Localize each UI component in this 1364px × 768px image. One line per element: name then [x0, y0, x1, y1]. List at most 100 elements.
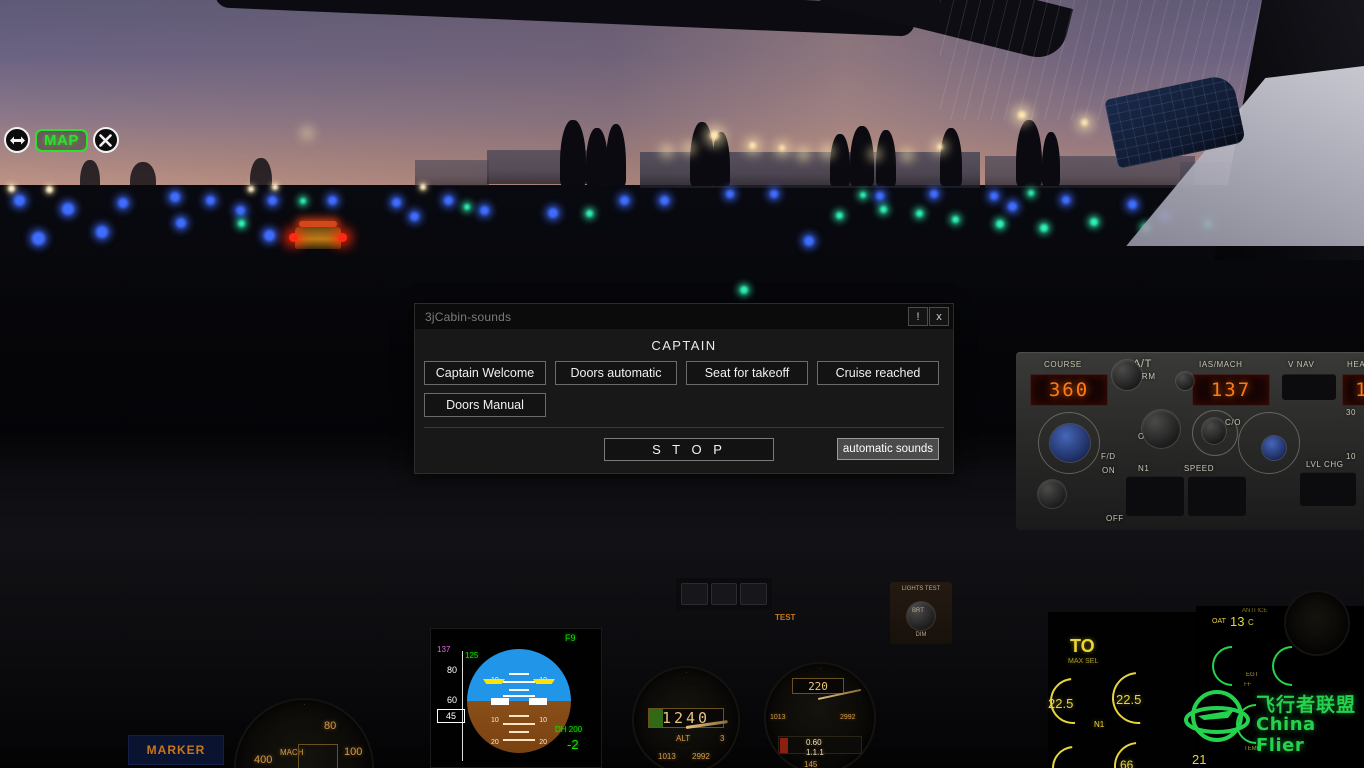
captain-welcome-button[interactable]: Captain Welcome [424, 361, 546, 385]
annunciator-light[interactable] [740, 583, 768, 605]
taxiway-light [170, 192, 180, 202]
annunciator-light[interactable] [710, 583, 738, 605]
apron-lamp [779, 145, 785, 151]
close-button[interactable]: x [929, 307, 949, 326]
marker-annunciator[interactable]: MARKER [128, 735, 224, 765]
mode-control-panel: COURSE 360 A/T ARM OFF IAS/MACH 137 V NA… [808, 352, 1364, 530]
n2-gauge-left [1203, 637, 1261, 695]
taxiway-light [930, 190, 938, 198]
centerline-light [880, 206, 887, 213]
test-label: TEST [775, 613, 796, 622]
fd-label: F/D [1101, 452, 1116, 461]
standby-compass [1286, 592, 1348, 654]
taxiway-light [236, 206, 245, 215]
fd-off-label: OFF [1106, 514, 1124, 523]
pfd-mode-annunciation: F9 [565, 633, 576, 643]
tree [130, 162, 156, 192]
tree [940, 128, 962, 186]
doors-manual-button[interactable]: Doors Manual [424, 393, 546, 417]
n1-label: N1 [1138, 464, 1150, 473]
asi-tick-100: 100 [344, 746, 363, 758]
cruise-reached-button[interactable]: Cruise reached [817, 361, 939, 385]
small-knob[interactable] [1176, 372, 1194, 390]
pitch-line [503, 739, 535, 741]
annunciator-light[interactable] [681, 583, 708, 605]
lvlchg-button[interactable] [1300, 472, 1356, 506]
heading-label: HEA [1347, 360, 1364, 369]
cabin-sounds-dialog[interactable]: 3jCabin-sounds ! x CAPTAIN Captain Welco… [414, 303, 954, 474]
close-glyph [99, 133, 113, 147]
speed-label: SPEED [1184, 464, 1215, 473]
pitch-label: 20 [491, 739, 499, 746]
lights-test-panel[interactable]: LIGHTS TEST BRT DIM [890, 582, 952, 644]
taxiway-light [548, 208, 558, 218]
centerline-light [464, 204, 470, 210]
primary-flight-display: F9 137 80 60 45 125 10 10 10 10 20 20 [430, 628, 602, 768]
dim-knob[interactable] [1112, 360, 1142, 390]
taxiway-light [392, 198, 401, 207]
apron-lamp [796, 146, 811, 161]
seat-for-takeoff-button[interactable]: Seat for takeoff [686, 361, 808, 385]
thrust-sub-label: MAX SEL [1068, 658, 1099, 665]
vnav-button[interactable] [1282, 374, 1336, 400]
n1-button[interactable] [1126, 476, 1184, 516]
apron-lamp [868, 147, 882, 161]
taxiway-light [1062, 196, 1070, 204]
move-arrows-icon[interactable] [4, 127, 30, 153]
n2-right-value: 66 [1120, 758, 1134, 768]
flight-director-bar [533, 679, 555, 684]
course-selector-knob[interactable] [1050, 424, 1090, 462]
egt-label: EGT [1246, 672, 1259, 678]
apron-lamp [682, 141, 696, 155]
taxiway-light [990, 192, 998, 200]
taxiway-light [410, 212, 419, 221]
pitch-label: 10 [491, 717, 499, 724]
apron-lamp [937, 144, 943, 150]
dialog-separator [424, 427, 944, 428]
taxiway-light [1128, 200, 1137, 209]
tree [586, 128, 608, 186]
speed-button[interactable] [1188, 476, 1246, 516]
centerline-light [916, 210, 923, 217]
apron-lamp [300, 126, 314, 140]
heading-10-label: 10 [1346, 452, 1357, 461]
attitude-indicator: 10 10 10 10 20 20 [467, 649, 571, 753]
dialog-controls: ! x [908, 307, 949, 326]
apron-lamp [710, 131, 719, 140]
marker-label: MARKER [146, 743, 206, 757]
ias-knob-ring [1192, 410, 1238, 456]
n1-right-value: 22.5 [1116, 692, 1142, 707]
pitch-line [509, 731, 529, 733]
fd-on-label: ON [1102, 466, 1116, 475]
engine-display: TO MAX SEL 22.5 22.5 N1 66 [1040, 612, 1208, 768]
taxiway-light [96, 226, 108, 238]
hsi-warning-flag [780, 738, 788, 753]
at-mode-knob[interactable] [1142, 410, 1180, 448]
automatic-sounds-button[interactable]: automatic sounds [836, 438, 939, 460]
apron-lamp [1081, 119, 1088, 126]
aircraft-symbol [491, 698, 547, 708]
taxiway-light [876, 192, 884, 200]
taxiway-light [480, 206, 489, 215]
centerline-light [952, 216, 959, 223]
dialog-title-bar[interactable]: 3jCabin-sounds ! x [415, 304, 953, 329]
asi-tick-400: 400 [254, 754, 273, 766]
compass-ticks [1290, 596, 1344, 650]
map-widget[interactable]: MAP [4, 127, 119, 153]
speed-tick: 60 [446, 695, 457, 705]
info-button[interactable]: ! [908, 307, 928, 326]
map-label[interactable]: MAP [35, 128, 88, 152]
annunciator-panel[interactable] [676, 578, 772, 610]
hsi-mach: 0.60 [806, 738, 822, 747]
temp-label: TEMP [1244, 746, 1261, 752]
tree [830, 134, 850, 186]
centerline-light [860, 192, 866, 198]
lights-test-knob[interactable] [907, 602, 935, 630]
lights-test-label: LIGHTS TEST [901, 586, 941, 592]
vnav-label: V NAV [1288, 360, 1315, 369]
lower-knob[interactable] [1038, 480, 1066, 508]
speed-selector-knob[interactable] [1262, 436, 1286, 460]
stop-button[interactable]: S T O P [604, 437, 774, 461]
doors-automatic-button[interactable]: Doors automatic [555, 361, 677, 385]
close-icon[interactable] [92, 127, 119, 153]
